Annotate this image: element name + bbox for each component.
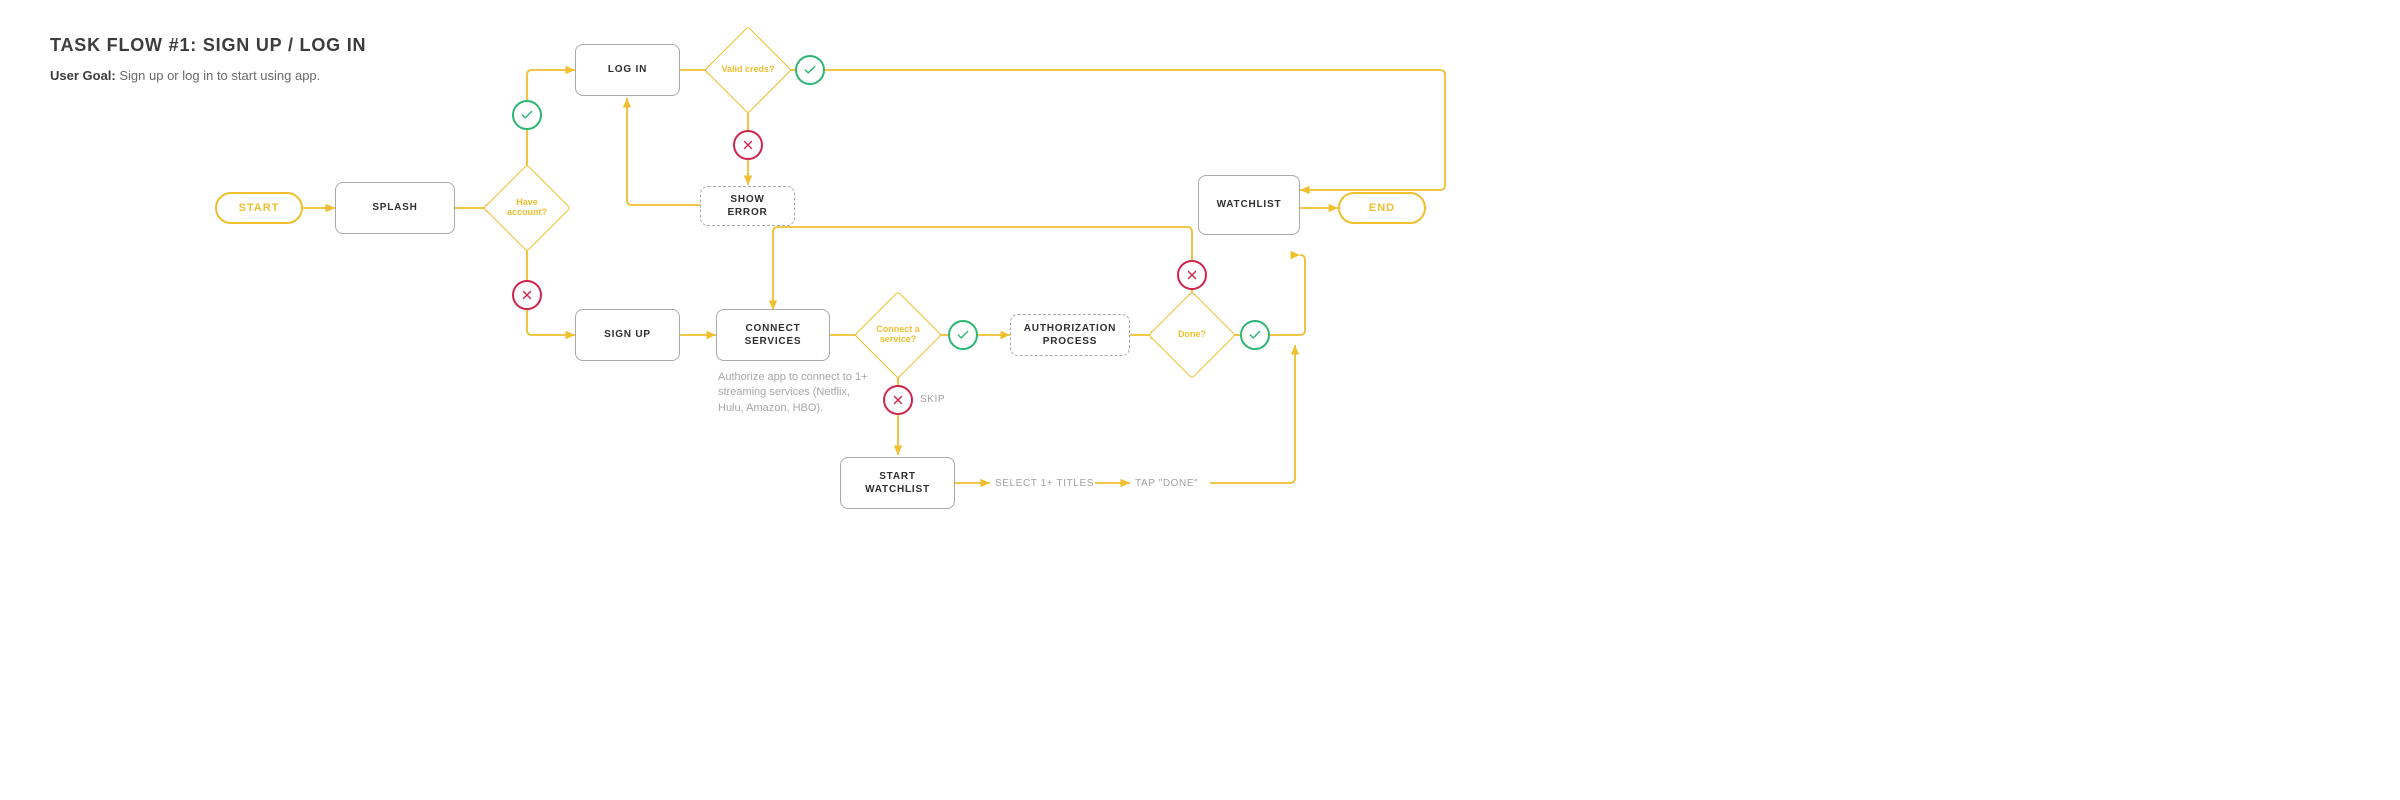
terminator-end: END [1338, 192, 1426, 224]
signup-label: SIGN UP [604, 328, 651, 342]
node-start-watchlist: START WATCHLIST [840, 457, 955, 509]
cross-icon [883, 385, 913, 415]
valid-creds-label: Valid creds? [718, 65, 778, 75]
diagram-header: TASK FLOW #1: SIGN UP / LOG IN User Goal… [50, 35, 366, 83]
done-label: Done? [1162, 330, 1222, 340]
have-account-label: Have account? [497, 198, 557, 218]
decision-connect-service: Connect a service? [867, 304, 929, 366]
connect-service-label: Connect a service? [868, 325, 928, 345]
splash-label: SPLASH [372, 201, 417, 215]
decision-done: Done? [1161, 304, 1223, 366]
label-select-titles: SELECT 1+ TITLES [995, 478, 1094, 489]
watchlist-label: WATCHLIST [1217, 198, 1282, 212]
show-error-label: SHOW ERROR [709, 193, 786, 219]
start-label: START [239, 202, 280, 214]
cross-icon [733, 130, 763, 160]
decision-have-account: Have account? [496, 177, 558, 239]
node-connect-services: CONNECT SERVICES [716, 309, 830, 361]
diagram-goal: User Goal: Sign up or log in to start us… [50, 68, 366, 83]
node-show-error: SHOW ERROR [700, 186, 795, 226]
label-skip: SKIP [920, 394, 945, 405]
note-connect-services: Authorize app to connect to 1+ streaming… [718, 370, 868, 416]
auth-label: AUTHORIZATION PROCESS [1019, 322, 1121, 348]
node-auth-process: AUTHORIZATION PROCESS [1010, 314, 1130, 356]
end-label: END [1369, 202, 1395, 214]
check-icon [795, 55, 825, 85]
goal-text: Sign up or log in to start using app. [119, 68, 320, 83]
check-icon [1240, 320, 1270, 350]
flow-connectors [0, 0, 2400, 800]
connect-label: CONNECT SERVICES [725, 322, 821, 349]
decision-valid-creds: Valid creds? [717, 39, 779, 101]
login-label: LOG IN [608, 63, 647, 77]
node-login: LOG IN [575, 44, 680, 96]
check-icon [948, 320, 978, 350]
goal-label: User Goal: [50, 68, 116, 83]
node-signup: SIGN UP [575, 309, 680, 361]
terminator-start: START [215, 192, 303, 224]
diagram-title: TASK FLOW #1: SIGN UP / LOG IN [50, 35, 366, 56]
label-tap-done: TAP "DONE" [1135, 478, 1198, 489]
node-watchlist: WATCHLIST [1198, 175, 1300, 235]
check-icon [512, 100, 542, 130]
cross-icon [512, 280, 542, 310]
start-watchlist-label: START WATCHLIST [849, 470, 946, 497]
node-splash: SPLASH [335, 182, 455, 234]
cross-icon [1177, 260, 1207, 290]
